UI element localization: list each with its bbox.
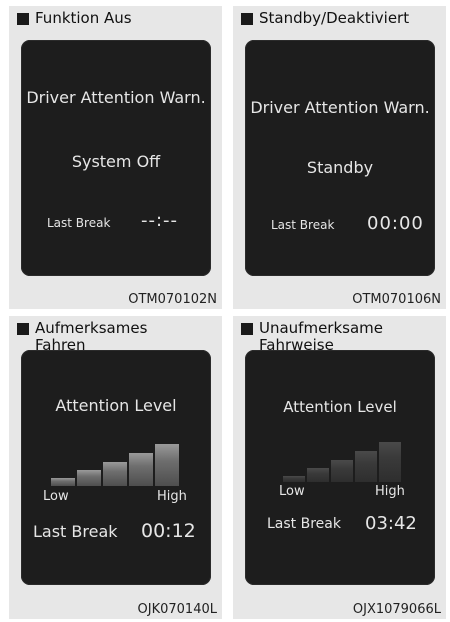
- attention-level-meter: [51, 442, 181, 486]
- cluster-display: Attention Level Low High Last Break 03:4…: [245, 350, 435, 585]
- attention-bar-4: [129, 453, 153, 486]
- scale-high-label: High: [157, 489, 187, 504]
- last-break-label: Last Break: [267, 516, 341, 532]
- square-bullet-icon: [17, 13, 29, 25]
- attention-bar-5: [155, 444, 179, 486]
- panel-attentive-driving: Aufmerksames Fahren Attention Level Low …: [9, 316, 222, 619]
- display-title: Driver Attention Warn.: [250, 98, 430, 117]
- caption: Aufmerksames Fahren: [17, 320, 216, 354]
- attention-bar-3: [103, 462, 127, 486]
- last-break-label: Last Break: [47, 216, 111, 230]
- attention-level-meter: [283, 440, 403, 482]
- caption-text: Funktion Aus: [35, 9, 132, 27]
- attention-bar-2: [307, 468, 329, 482]
- caption-text: Aufmerksames Fahren: [35, 319, 148, 354]
- last-break-value: 00:00: [367, 213, 424, 234]
- square-bullet-icon: [241, 13, 253, 25]
- figure-code: OTM070106N: [352, 292, 441, 307]
- caption-text: Standby/Deaktiviert: [259, 9, 410, 27]
- last-break-label: Last Break: [33, 522, 118, 541]
- caption: Unaufmerksame Fahrweise: [241, 320, 440, 354]
- attention-bar-4: [355, 451, 377, 482]
- scale-high-label: High: [375, 484, 405, 499]
- scale-low-label: Low: [279, 484, 305, 499]
- last-break-value: --:--: [141, 210, 179, 231]
- attention-bar-2: [77, 470, 101, 486]
- display-state: System Off: [71, 152, 161, 171]
- attention-bar-3: [331, 460, 353, 482]
- caption: Standby/Deaktiviert: [241, 10, 440, 27]
- square-bullet-icon: [241, 323, 253, 335]
- panel-function-off: Funktion Aus Driver Attention Warn. Syst…: [9, 6, 222, 309]
- last-break-label: Last Break: [271, 218, 335, 232]
- figure-code: OTM070102N: [128, 292, 217, 307]
- cluster-display: Driver Attention Warn. System Off Last B…: [21, 40, 211, 276]
- last-break-value: 00:12: [141, 520, 196, 542]
- panel-standby: Standby/Deaktiviert Driver Attention War…: [233, 6, 446, 309]
- cluster-display: Driver Attention Warn. Standby Last Brea…: [245, 40, 435, 276]
- caption-text: Unaufmerksame Fahrweise: [259, 319, 384, 354]
- panel-inattentive-driving: Unaufmerksame Fahrweise Attention Level …: [233, 316, 446, 619]
- attention-bar-5: [379, 442, 401, 482]
- display-title: Driver Attention Warn.: [26, 88, 206, 107]
- figure-code: OJK070140L: [137, 602, 217, 617]
- display-title: Attention Level: [283, 398, 397, 416]
- caption: Funktion Aus: [17, 10, 216, 27]
- attention-bar-1: [51, 478, 75, 486]
- attention-bar-1: [283, 476, 305, 482]
- figure-code: OJX1079066L: [352, 602, 441, 617]
- scale-low-label: Low: [43, 489, 69, 504]
- display-title: Attention Level: [55, 396, 177, 415]
- cluster-display: Attention Level Low High Last Break 00:1…: [21, 350, 211, 585]
- display-state: Standby: [306, 158, 374, 177]
- square-bullet-icon: [17, 323, 29, 335]
- last-break-value: 03:42: [365, 513, 417, 534]
